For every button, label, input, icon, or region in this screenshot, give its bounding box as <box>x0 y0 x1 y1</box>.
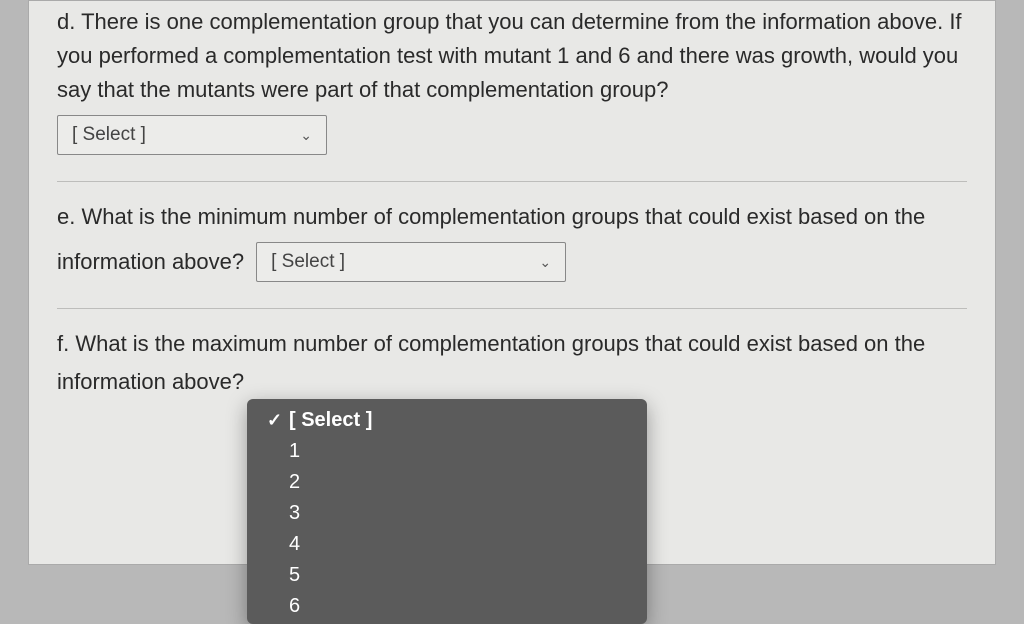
question-f-text-line2: information above? <box>57 369 244 395</box>
select-placeholder: [ Select ] <box>72 124 146 146</box>
dropdown-option-3[interactable]: 3 <box>247 498 647 529</box>
dropdown-selected-row[interactable]: ✓ [ Select ] <box>247 405 647 436</box>
question-e-select[interactable]: [ Select ] ⌄ <box>256 242 566 282</box>
dropdown-option-label: 2 <box>289 471 300 494</box>
chevron-down-icon: ⌄ <box>539 254 551 271</box>
dropdown-option-1[interactable]: 1 <box>247 436 647 467</box>
dropdown-option-label: 5 <box>289 564 300 587</box>
dropdown-option-6[interactable]: 6 <box>247 591 647 622</box>
question-f-text-line1: f. What is the maximum number of complem… <box>57 327 967 361</box>
dropdown-option-label: 6 <box>289 595 300 618</box>
dropdown-option-label: 3 <box>289 502 300 525</box>
chevron-down-icon: ⌄ <box>300 127 312 144</box>
question-e-text-line1: e. What is the minimum number of complem… <box>57 200 967 234</box>
divider <box>57 308 967 309</box>
question-page: d. There is one complementation group th… <box>28 0 996 565</box>
dropdown-option-2[interactable]: 2 <box>247 467 647 498</box>
question-d-select[interactable]: [ Select ] ⌄ <box>57 115 327 155</box>
question-e-text-line2: information above? <box>57 249 244 275</box>
question-f-dropdown-open[interactable]: ✓ [ Select ] 1 2 3 4 5 6 <box>247 399 647 624</box>
question-e-row: information above? [ Select ] ⌄ <box>57 242 967 282</box>
check-icon: ✓ <box>267 410 289 431</box>
divider <box>57 181 967 182</box>
dropdown-option-4[interactable]: 4 <box>247 529 647 560</box>
dropdown-option-label: 4 <box>289 533 300 556</box>
question-f-row: information above? <box>57 369 967 395</box>
dropdown-option-label: 1 <box>289 440 300 463</box>
select-placeholder: [ Select ] <box>271 251 345 273</box>
dropdown-selected-label: [ Select ] <box>289 409 372 432</box>
question-d-text: d. There is one complementation group th… <box>57 5 967 107</box>
